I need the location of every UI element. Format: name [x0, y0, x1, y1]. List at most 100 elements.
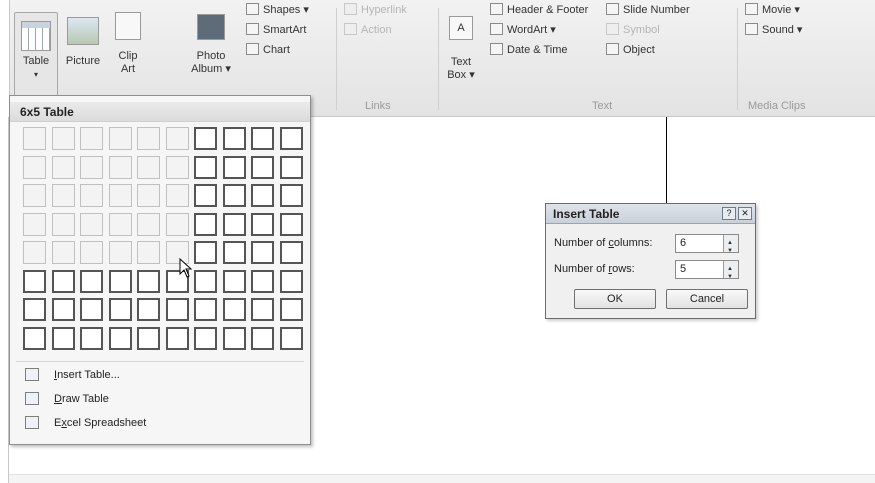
table-grid-cell[interactable]	[137, 298, 160, 321]
table-grid-cell[interactable]	[80, 127, 103, 150]
table-grid-cell[interactable]	[251, 269, 274, 293]
table-grid-cell[interactable]	[108, 326, 132, 350]
table-grid-cell[interactable]	[194, 241, 217, 264]
text-box-button[interactable]: A Text Box ▾	[444, 12, 478, 82]
table-grid-cell[interactable]	[23, 212, 46, 236]
table-grid-cell[interactable]	[165, 184, 189, 207]
table-grid-cell[interactable]	[222, 269, 246, 293]
chart-button[interactable]: Chart	[246, 43, 290, 56]
table-grid-cell[interactable]	[51, 212, 75, 236]
table-grid-cell[interactable]	[194, 326, 217, 350]
table-grid-cell[interactable]	[165, 326, 189, 350]
table-grid-cell[interactable]	[251, 326, 274, 350]
help-icon[interactable]: ?	[722, 207, 736, 220]
table-grid-cell[interactable]	[51, 155, 75, 179]
table-grid-cell[interactable]	[137, 155, 160, 179]
movie-button[interactable]: Movie ▾	[745, 3, 800, 16]
picture-button[interactable]: Picture	[60, 12, 106, 68]
table-grid-cell[interactable]	[251, 127, 274, 150]
close-icon[interactable]: ✕	[738, 207, 752, 220]
table-grid-cell[interactable]	[23, 326, 46, 350]
table-grid-cell[interactable]	[137, 326, 160, 350]
table-grid-cell[interactable]	[165, 212, 189, 236]
table-grid-cell[interactable]	[194, 212, 217, 236]
hyperlink-button[interactable]: Hyperlink	[344, 3, 407, 16]
table-grid-cell[interactable]	[108, 127, 132, 150]
symbol-button[interactable]: Symbol	[606, 23, 660, 36]
columns-spinner[interactable]: 6	[675, 234, 739, 260]
table-grid-cell[interactable]	[222, 212, 246, 236]
table-grid-cell[interactable]	[51, 326, 75, 350]
table-grid-cell[interactable]	[222, 155, 246, 179]
table-grid-cell[interactable]	[251, 212, 274, 236]
table-grid-cell[interactable]	[279, 326, 303, 350]
table-grid-cell[interactable]	[165, 127, 189, 150]
table-grid-cell[interactable]	[108, 212, 132, 236]
table-grid-cell[interactable]	[51, 127, 75, 150]
cancel-button[interactable]: Cancel	[666, 289, 748, 309]
table-grid-cell[interactable]	[165, 298, 189, 321]
table-grid-cell[interactable]	[279, 241, 303, 264]
rows-spinner[interactable]: 5	[675, 260, 739, 286]
table-grid-cell[interactable]	[108, 269, 132, 293]
table-grid-cell[interactable]	[51, 269, 75, 293]
sound-button[interactable]: Sound ▾	[745, 23, 802, 36]
table-grid-cell[interactable]	[108, 298, 132, 321]
table-grid-cell[interactable]	[51, 184, 75, 207]
insert-table-menu-item[interactable]: Insert Table...	[10, 364, 310, 386]
action-button[interactable]: Action	[344, 23, 392, 36]
table-grid-cell[interactable]	[23, 298, 46, 321]
table-grid-cell[interactable]	[279, 298, 303, 321]
table-grid-cell[interactable]	[51, 298, 75, 321]
table-grid[interactable]	[23, 127, 309, 357]
date-time-button[interactable]: Date & Time	[490, 43, 568, 56]
table-grid-cell[interactable]	[194, 298, 217, 321]
table-grid-cell[interactable]	[80, 326, 103, 350]
table-grid-cell[interactable]	[222, 127, 246, 150]
table-button[interactable]: Table ▾	[14, 12, 58, 98]
ok-button[interactable]: OK	[574, 289, 656, 309]
table-grid-cell[interactable]	[23, 241, 46, 264]
table-grid-cell[interactable]	[108, 155, 132, 179]
table-grid-cell[interactable]	[251, 184, 274, 207]
table-grid-cell[interactable]	[165, 155, 189, 179]
table-grid-cell[interactable]	[222, 184, 246, 207]
smartart-button[interactable]: SmartArt	[246, 23, 306, 36]
table-grid-cell[interactable]	[137, 269, 160, 293]
table-grid-cell[interactable]	[23, 127, 46, 150]
table-grid-cell[interactable]	[137, 212, 160, 236]
table-grid-cell[interactable]	[222, 298, 246, 321]
table-grid-cell[interactable]	[80, 155, 103, 179]
photo-album-button[interactable]: Photo Album ▾	[182, 12, 240, 76]
table-grid-cell[interactable]	[23, 155, 46, 179]
shapes-button[interactable]: Shapes ▾	[246, 3, 309, 16]
table-grid-cell[interactable]	[194, 127, 217, 150]
table-grid-cell[interactable]	[194, 184, 217, 207]
table-grid-cell[interactable]	[137, 241, 160, 264]
table-grid-cell[interactable]	[279, 212, 303, 236]
columns-spin-arrows-icon[interactable]	[723, 235, 738, 260]
table-grid-cell[interactable]	[80, 241, 103, 264]
table-grid-cell[interactable]	[80, 269, 103, 293]
table-grid-cell[interactable]	[279, 184, 303, 207]
table-grid-cell[interactable]	[222, 241, 246, 264]
excel-spreadsheet-menu-item[interactable]: Excel Spreadsheet	[10, 412, 310, 434]
table-grid-cell[interactable]	[137, 127, 160, 150]
slide-number-button[interactable]: Slide Number	[606, 3, 690, 16]
table-grid-cell[interactable]	[194, 269, 217, 293]
table-grid-cell[interactable]	[108, 184, 132, 207]
rows-spin-arrows-icon[interactable]	[723, 261, 738, 286]
table-grid-cell[interactable]	[23, 184, 46, 207]
wordart-button[interactable]: WordArt ▾	[490, 23, 556, 36]
table-grid-cell[interactable]	[251, 241, 274, 264]
table-grid-cell[interactable]	[222, 326, 246, 350]
table-grid-cell[interactable]	[80, 298, 103, 321]
table-grid-cell[interactable]	[51, 241, 75, 264]
table-grid-cell[interactable]	[279, 155, 303, 179]
draw-table-menu-item[interactable]: Draw Table	[10, 388, 310, 410]
table-grid-cell[interactable]	[108, 241, 132, 264]
table-grid-cell[interactable]	[251, 298, 274, 321]
table-grid-cell[interactable]	[80, 184, 103, 207]
clip-art-button[interactable]: Clip Art	[108, 12, 148, 76]
header-footer-button[interactable]: Header & Footer	[490, 3, 588, 16]
